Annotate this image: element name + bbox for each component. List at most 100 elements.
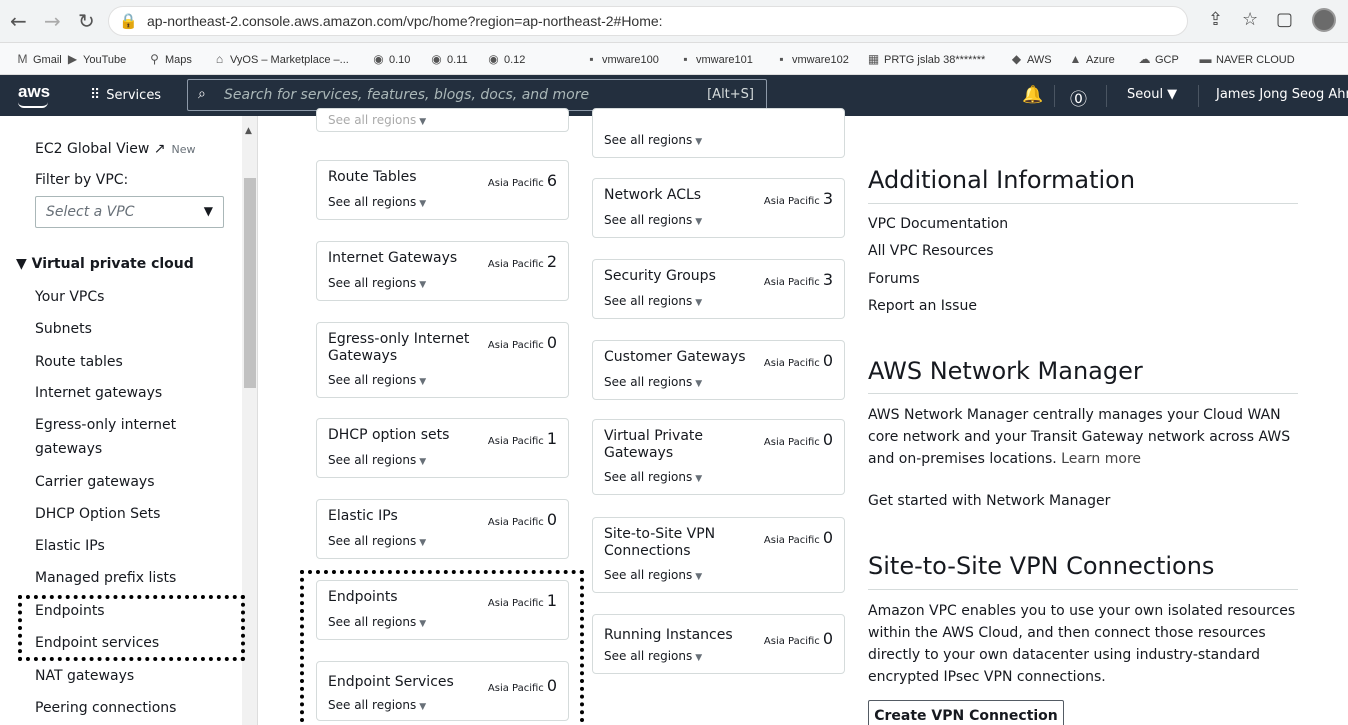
resource-card-site-to-site-vpn[interactable]: Site-to-Site VPN Connections Asia Pacifi… [592,517,845,593]
see-all-regions-link[interactable]: See all regions ▼ [604,375,702,389]
bookmark-prtg[interactable]: ▦ PRTG jslab 38******* [867,52,985,66]
dropdown-arrow-icon: ▼ [695,137,703,147]
resource-card-dhcp[interactable]: DHCP option sets Asia Pacific 1 See all r… [316,418,569,478]
forward-icon[interactable]: → [44,9,61,33]
see-all-regions-link[interactable]: See all regions ▼ [328,276,426,290]
link-all-vpc-resources[interactable]: All VPC Resources [868,243,994,259]
see-all-regions-link[interactable]: See all regions ▼ [328,615,426,629]
bookmark-vmware101[interactable]: ▪ vmware101 [679,52,753,66]
resource-card-security-groups[interactable]: Security Groups Asia Pacific 3 See all re… [592,259,845,319]
account-menu[interactable]: James Jong Seog Ahn [1216,87,1348,102]
card-region-count: Asia Pacific 1 [487,429,557,448]
scroll-up-icon[interactable]: ▲ [245,126,252,136]
sidebar-item-dhcp-option-sets[interactable]: DHCP Option Sets [35,506,160,522]
sidebar-item-managed-prefix-lists[interactable]: Managed prefix lists [35,570,176,586]
resource-card-internet-gateways[interactable]: Internet Gateways Asia Pacific 2 See all … [316,241,569,301]
create-vpn-connection-button[interactable]: Create VPN Connection [868,700,1064,725]
see-all-regions-link[interactable]: See all regions ▼ [328,195,426,209]
services-menu[interactable]: ⠿ Services [90,87,161,103]
sidebar-item-endpoint-services[interactable]: Endpoint services [35,635,159,651]
sidebar-item-nat-gateways[interactable]: NAT gateways [35,668,134,684]
globe-icon: ◉ [373,52,384,66]
see-all-regions-link[interactable]: See all regions ▼ [328,113,426,127]
sidebar-item-internet-gateways[interactable]: Internet gateways [35,385,162,401]
bookmark-011[interactable]: ◉ 0.11 [430,52,467,66]
help-icon[interactable]: ⓪ [1070,85,1087,110]
see-all-regions-link[interactable]: See all regions ▼ [328,698,426,712]
see-all-regions-link[interactable]: See all regions ▼ [604,213,702,227]
bookmark-naver[interactable]: ▬ NAVER CLOUD [1199,52,1295,66]
learn-more-link[interactable]: Learn more [1061,451,1141,467]
bookmark-gcp[interactable]: ☁ GCP [1138,52,1179,66]
vmware-icon: ▪ [683,52,688,66]
resource-card-clipped-right[interactable]: See all regions ▼ [592,108,845,158]
sidebar-item-your-vpcs[interactable]: Your VPCs [35,289,104,305]
bookmark-vyos[interactable]: ⌂ VyOS – Marketplace –... [213,52,349,66]
bookmark-maps[interactable]: ⚲ Maps [148,52,192,66]
dropdown-arrow-icon: ▼ [695,474,703,484]
dropdown-arrow-icon: ▼ [419,117,427,127]
resource-card-route-tables[interactable]: Route Tables Asia Pacific 6 See all regio… [316,160,569,220]
sidebar-scrollbar-thumb[interactable] [244,178,256,388]
sidebar-item-egress-only[interactable]: Egress-only internet [35,417,176,433]
sidebar-item-egress-only-2[interactable]: gateways [35,441,102,457]
dropdown-arrow-icon: ▼ [419,377,427,387]
region-selector[interactable]: Seoul ▼ [1127,87,1177,102]
aws-logo[interactable]: aws [18,82,50,108]
see-all-regions-link[interactable]: See all regions ▼ [604,294,702,308]
card-region-count: Asia Pacific 0 [763,629,833,648]
see-all-regions-link[interactable]: See all regions ▼ [328,534,426,548]
reload-icon[interactable]: ↻ [78,9,95,33]
address-bar[interactable]: 🔒 ap-northeast-2.console.aws.amazon.com/… [108,6,1188,36]
link-vpc-documentation[interactable]: VPC Documentation [868,216,1008,232]
link-forums[interactable]: Forums [868,271,920,287]
bookmark-010[interactable]: ◉ 0.10 [372,52,410,66]
see-all-regions-link[interactable]: See all regions ▼ [604,649,702,663]
resource-card-endpoints[interactable]: Endpoints Asia Pacific 1 See all regions ▼ [316,580,569,640]
resource-card-elastic-ips[interactable]: Elastic IPs Asia Pacific 0 See all region… [316,499,569,559]
search-input[interactable]: ⌕ Search for services, features, blogs, … [187,79,767,111]
star-icon[interactable]: ☆ [1242,9,1258,30]
search-icon: ⌕ [198,86,206,102]
sidebar-item-ec2-global-view[interactable]: EC2 Global View ↗ New [35,141,196,157]
sidebar-item-route-tables[interactable]: Route tables [35,354,123,370]
link-get-started-network-manager[interactable]: Get started with Network Manager [868,493,1110,509]
vpc-select[interactable]: Select a VPC ▼ [35,196,224,228]
sidebar-item-elastic-ips[interactable]: Elastic IPs [35,538,105,554]
sidepanel-icon[interactable]: ▢ [1276,9,1293,30]
resource-card-egress-only[interactable]: Egress-only Internet Gateways Asia Pacif… [316,322,569,398]
sidebar-item-endpoints[interactable]: Endpoints [35,603,105,619]
resource-card-network-acls[interactable]: Network ACLs Asia Pacific 3 See all regio… [592,178,845,238]
resource-card-endpoint-services[interactable]: Endpoint Services Asia Pacific 0 See all … [316,661,569,721]
card-title: Internet Gateways [328,250,458,266]
link-report-issue[interactable]: Report an Issue [868,298,977,314]
dropdown-arrow-icon: ▼ [419,538,427,548]
resource-card-running-instances[interactable]: Running Instances Asia Pacific 0 See all … [592,614,845,674]
bookmark-vmware100[interactable]: ▪ vmware100 [585,52,659,66]
bell-icon[interactable]: 🔔 [1022,85,1043,105]
card-title: Site-to-Site VPN Connections [604,526,716,559]
bookmark-vmware102[interactable]: ▪ vmware102 [775,52,849,66]
section-virtual-private-cloud[interactable]: ▼ Virtual private cloud [16,256,194,272]
see-all-regions-link[interactable]: See all regions ▼ [328,453,426,467]
profile-avatar[interactable] [1312,8,1336,32]
resource-card-clipped[interactable]: See all regions ▼ [316,108,569,132]
sidebar-item-subnets[interactable]: Subnets [35,321,92,337]
network-manager-description: AWS Network Manager centrally manages yo… [868,407,1291,467]
see-all-regions-link[interactable]: See all regions ▼ [328,373,426,387]
divider [868,393,1298,394]
bookmark-gmail[interactable]: M Gmail [16,52,62,66]
bookmark-youtube[interactable]: ▶ YouTube [66,52,126,66]
see-all-regions-link[interactable]: See all regions ▼ [604,470,702,484]
sidebar-item-peering-connections[interactable]: Peering connections [35,700,176,716]
resource-card-customer-gateways[interactable]: Customer Gateways Asia Pacific 0 See all … [592,340,845,400]
bookmark-azure[interactable]: ▲ Azure [1069,52,1115,66]
share-icon[interactable]: ⇪ [1208,9,1223,30]
back-icon[interactable]: ← [10,9,27,33]
resource-card-virtual-private-gateways[interactable]: Virtual Private Gateways Asia Pacific 0 S… [592,419,845,495]
see-all-regions-link[interactable]: See all regions ▼ [604,568,702,582]
sidebar-item-carrier-gateways[interactable]: Carrier gateways [35,474,155,490]
bookmark-012[interactable]: ◉ 0.12 [487,52,525,66]
bookmark-aws[interactable]: ◆ AWS [1010,52,1052,66]
see-all-regions-link[interactable]: See all regions ▼ [604,133,702,147]
